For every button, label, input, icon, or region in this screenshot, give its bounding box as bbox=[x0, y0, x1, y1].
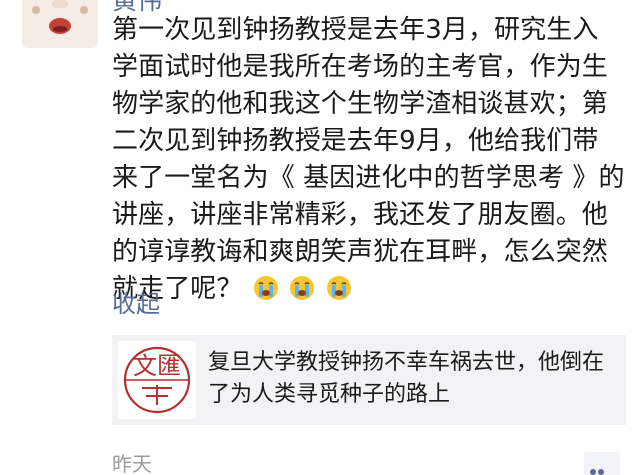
post-text-line: 来了一堂名为《 基因进化中的哲学思考 》的 bbox=[112, 163, 625, 193]
moments-post: 黄伟 第一次见到钟扬教授是去年3月，研究生入 学面试时他是我所在考场的主考官，作… bbox=[0, 0, 639, 475]
avatar-image bbox=[22, 0, 98, 48]
post-text-line: 二次见到钟扬教授是去年9月，他给我们带 bbox=[112, 126, 599, 156]
logo-text: 文匯 bbox=[133, 352, 181, 380]
post-text-line: 讲座，讲座非常精彩，我还发了朋友圈。他 bbox=[112, 200, 608, 230]
post-text-line: 学面试时他是我所在考场的主考官，作为生 bbox=[112, 52, 608, 82]
university-seal-logo-icon: 文匯 bbox=[123, 346, 191, 414]
comment-like-menu-button[interactable] bbox=[584, 452, 620, 475]
post-text-line: 物学家的他和我这个生物学渣相谈甚欢；第 bbox=[112, 89, 608, 119]
post-text-last-line: 就走了呢？ bbox=[112, 271, 624, 308]
crying-emoji-icon bbox=[253, 276, 278, 300]
emoji-group bbox=[251, 271, 352, 308]
post-text: 第一次见到钟扬教授是去年3月，研究生入 学面试时他是我所在考场的主考官，作为生 … bbox=[112, 12, 625, 308]
avatar[interactable] bbox=[22, 0, 98, 48]
shared-article-title: 复旦大学教授钟扬不幸车祸去世，他倒在了为人类寻觅种子的路上 bbox=[208, 350, 605, 407]
crying-emoji-icon bbox=[290, 276, 315, 300]
collapse-button[interactable]: 收起 bbox=[112, 284, 160, 319]
post-text-line: 的谆谆教诲和爽朗笑声犹在耳畔，怎么突然 bbox=[112, 237, 608, 267]
shared-article-card[interactable]: 文匯 复旦大学教授钟扬不幸车祸去世，他倒在了为人类寻觅种子的路上 bbox=[112, 335, 626, 425]
more-dots-icon bbox=[590, 460, 606, 475]
crying-emoji-icon bbox=[326, 276, 351, 300]
post-text-line: 第一次见到钟扬教授是去年3月，研究生入 bbox=[112, 15, 599, 45]
shared-article-thumbnail: 文匯 bbox=[118, 341, 196, 419]
post-timestamp: 昨天 bbox=[112, 452, 152, 475]
